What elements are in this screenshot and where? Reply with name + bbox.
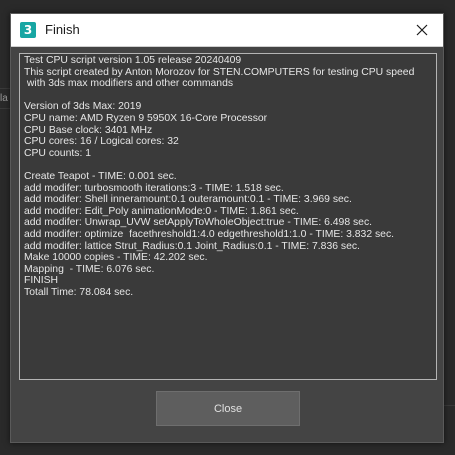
output-line: This script created by Anton Morozov for… xyxy=(24,66,415,78)
output-line: add modifer: lattice Strut_Radius:0.1 Jo… xyxy=(24,240,360,252)
output-line: Mapping - TIME: 6.076 sec. xyxy=(24,263,155,275)
close-button[interactable]: Close xyxy=(156,391,300,426)
output-line: CPU counts: 1 xyxy=(24,147,91,159)
dialog-titlebar[interactable]: 3 Finish xyxy=(11,14,443,47)
close-icon xyxy=(416,24,428,36)
output-line: CPU cores: 16 / Logical cores: 32 xyxy=(24,136,179,148)
output-line: FINISH xyxy=(24,275,59,287)
output-line: Version of 3ds Max: 2019 xyxy=(24,101,142,113)
screen: lar 3 Finish Test CPU script version 1.0… xyxy=(0,0,455,455)
output-line: add modifer: Edit_Poly animationMode:0 -… xyxy=(24,205,299,217)
output-line: CPU Base clock: 3401 MHz xyxy=(24,124,153,136)
output-line: add modifer: Unwrap_UVW setApplyToWholeO… xyxy=(24,217,373,229)
output-line: CPU name: AMD Ryzen 9 5950X 16-Core Proc… xyxy=(24,112,268,124)
window-close-button[interactable] xyxy=(401,14,443,46)
output-line: with 3ds max modifiers and other command… xyxy=(24,78,234,90)
viewport-border-line xyxy=(444,405,455,406)
viewport-border-line xyxy=(0,88,10,89)
viewport-label-fragment: lar xyxy=(0,93,8,104)
finish-dialog: 3 Finish Test CPU script version 1.05 re… xyxy=(10,13,444,443)
viewport-border-line xyxy=(0,108,10,109)
script-output-textbox[interactable]: Test CPU script version 1.05 release 202… xyxy=(19,53,437,380)
output-line: Test CPU script version 1.05 release 202… xyxy=(24,55,242,66)
output-line: Make 10000 copies - TIME: 42.202 sec. xyxy=(24,252,208,264)
output-line: add modifer: turbosmooth iterations:3 - … xyxy=(24,182,284,194)
output-line: Create Teapot - TIME: 0.001 sec. xyxy=(24,170,177,182)
3ds-max-icon: 3 xyxy=(20,22,36,38)
output-line: add modifer: optimize facethreshold1:4.0… xyxy=(24,228,395,240)
dialog-title: Finish xyxy=(45,22,80,37)
output-line: add modifer: Shell inneramount:0.1 outer… xyxy=(24,194,352,206)
output-line: Totall Time: 78.084 sec. xyxy=(24,286,134,298)
